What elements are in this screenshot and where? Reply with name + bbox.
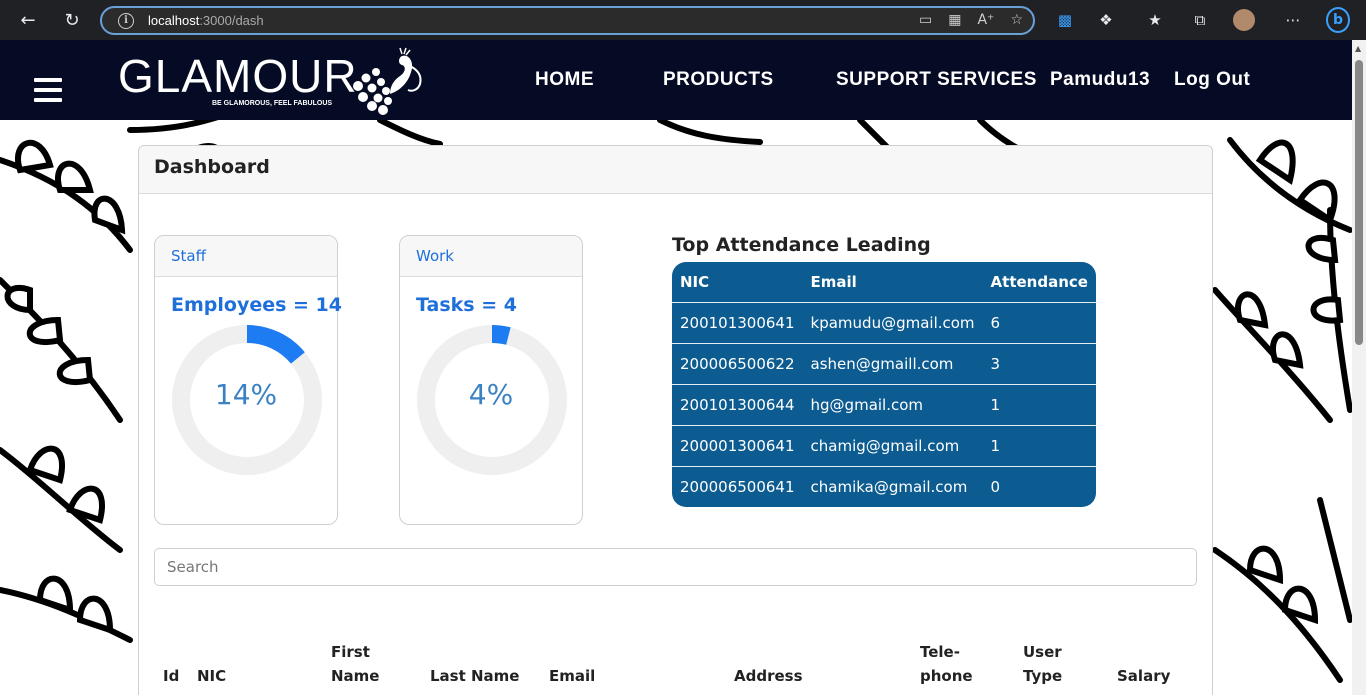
table-row: 200006500641 chamika@gmail.com 0 <box>672 465 1096 507</box>
email-cell: chamig@gmail.com <box>802 424 983 466</box>
nav-support-services[interactable]: SUPPORT SERVICES <box>836 69 1037 91</box>
nic-cell: 200101300641 <box>672 301 803 343</box>
bing-icon[interactable]: b <box>1326 7 1350 33</box>
attendance-cell: 6 <box>982 301 1096 343</box>
favorites-icon[interactable]: ★ <box>1143 8 1167 32</box>
work-card: Work Tasks = 4 4% <box>399 235 583 525</box>
table-row: 200101300641 kpamudu@gmail.com 6 <box>672 301 1096 343</box>
table-row: 200101300644 hg@gmail.com 1 <box>672 383 1096 425</box>
tasks-percent: 4% <box>468 378 514 411</box>
staff-card-header: Staff <box>155 236 337 277</box>
column-header-nic: NIC <box>197 667 227 685</box>
staff-card: Staff Employees = 14 14% <box>154 235 342 525</box>
site-info-icon[interactable]: i <box>118 12 134 29</box>
attendance-table: NIC Email Attendance 200101300641 kpamud… <box>672 262 1096 507</box>
column-header: Attendance <box>990 272 1088 291</box>
attendance-cell: 1 <box>982 383 1096 425</box>
attendance-title: Top Attendance Leading <box>672 234 931 256</box>
tasks-count: Tasks = 4 <box>416 294 517 316</box>
refresh-icon[interactable]: ↻ <box>58 6 86 34</box>
column-header-user-type-line2: Type <box>1023 667 1063 685</box>
attendance-cell: 0 <box>982 465 1096 507</box>
table-header-row: NIC Email Attendance <box>672 262 1096 302</box>
attendance-cell: 3 <box>982 342 1096 384</box>
column-header-last-name: Last Name <box>430 667 520 685</box>
employees-count: Employees = 14 <box>171 294 342 316</box>
site-header: GLAMOUR BE GLAMOROUS, FEEL FABULOUS HOME… <box>0 40 1366 120</box>
column-header-email: Email <box>549 667 596 685</box>
url-text[interactable]: localhost:3000/dash <box>148 13 264 28</box>
apps-icon[interactable]: ▦ <box>948 12 961 28</box>
work-card-header: Work <box>400 236 582 277</box>
column-header-address: Address <box>734 667 803 685</box>
email-cell: chamika@gmail.com <box>802 465 983 507</box>
nic-cell: 200006500622 <box>672 342 803 384</box>
hamburger-menu-icon[interactable] <box>34 78 62 108</box>
back-arrow-icon[interactable]: ← <box>14 6 42 34</box>
extension-icon[interactable]: ▩ <box>1053 8 1077 32</box>
nav-logout[interactable]: Log Out <box>1174 69 1250 91</box>
nic-cell: 200101300644 <box>672 383 803 425</box>
search-input[interactable] <box>154 548 1197 586</box>
more-menu-icon[interactable]: ⋯ <box>1281 8 1305 32</box>
column-header-first-name-line2: Name <box>331 667 380 685</box>
email-cell: ashen@gmaill.com <box>802 342 983 384</box>
dashboard-card: Dashboard Staff Employees = 14 14% Work … <box>138 145 1213 695</box>
attendance-cell: 1 <box>982 424 1096 466</box>
browser-toolbar: ← ↻ i localhost:3000/dash ▭ ▦ A⁺ ☆ ▩ ❖ ★… <box>0 0 1366 40</box>
dashboard-title: Dashboard <box>139 146 1212 194</box>
column-header: Email <box>810 272 857 291</box>
puzzle-icon[interactable]: ❖ <box>1094 8 1118 32</box>
logo[interactable]: GLAMOUR BE GLAMOROUS, FEEL FABULOUS <box>118 52 358 107</box>
column-header-telephone-line2: phone <box>920 667 973 685</box>
nic-cell: 200001300641 <box>672 424 803 466</box>
device-icon[interactable]: ▭ <box>919 12 932 28</box>
collections-icon[interactable]: ⧉ <box>1188 8 1212 32</box>
column-header-first-name-line1: First <box>331 643 370 661</box>
profile-avatar[interactable] <box>1232 8 1256 32</box>
nav-home[interactable]: HOME <box>535 69 594 91</box>
column-header-user-type-line1: User <box>1023 643 1062 661</box>
peacock-logo-icon <box>353 47 422 115</box>
scroll-up-arrow-icon[interactable]: ▲ <box>1355 44 1361 53</box>
add-favorite-icon[interactable]: ☆ <box>1010 12 1023 28</box>
column-header-salary: Salary <box>1117 667 1171 685</box>
nic-cell: 200006500641 <box>672 465 803 507</box>
scrollbar-thumb[interactable] <box>1355 60 1363 345</box>
column-header-telephone-line1: Tele- <box>920 643 960 661</box>
table-row: 200001300641 chamig@gmail.com 1 <box>672 424 1096 466</box>
table-row: 200006500622 ashen@gmaill.com 3 <box>672 342 1096 384</box>
employees-percent: 14% <box>214 378 278 411</box>
email-cell: kpamudu@gmail.com <box>802 301 983 343</box>
email-cell: hg@gmail.com <box>802 383 983 425</box>
column-header: NIC <box>680 272 710 291</box>
address-bar[interactable]: i localhost:3000/dash ▭ ▦ A⁺ ☆ <box>100 6 1035 35</box>
read-aloud-icon[interactable]: A⁺ <box>977 12 994 28</box>
column-header-id: Id <box>163 667 180 685</box>
page-scrollbar[interactable]: ▲ <box>1352 40 1366 695</box>
nav-products[interactable]: PRODUCTS <box>663 69 774 91</box>
nav-username[interactable]: Pamudu13 <box>1050 69 1150 91</box>
